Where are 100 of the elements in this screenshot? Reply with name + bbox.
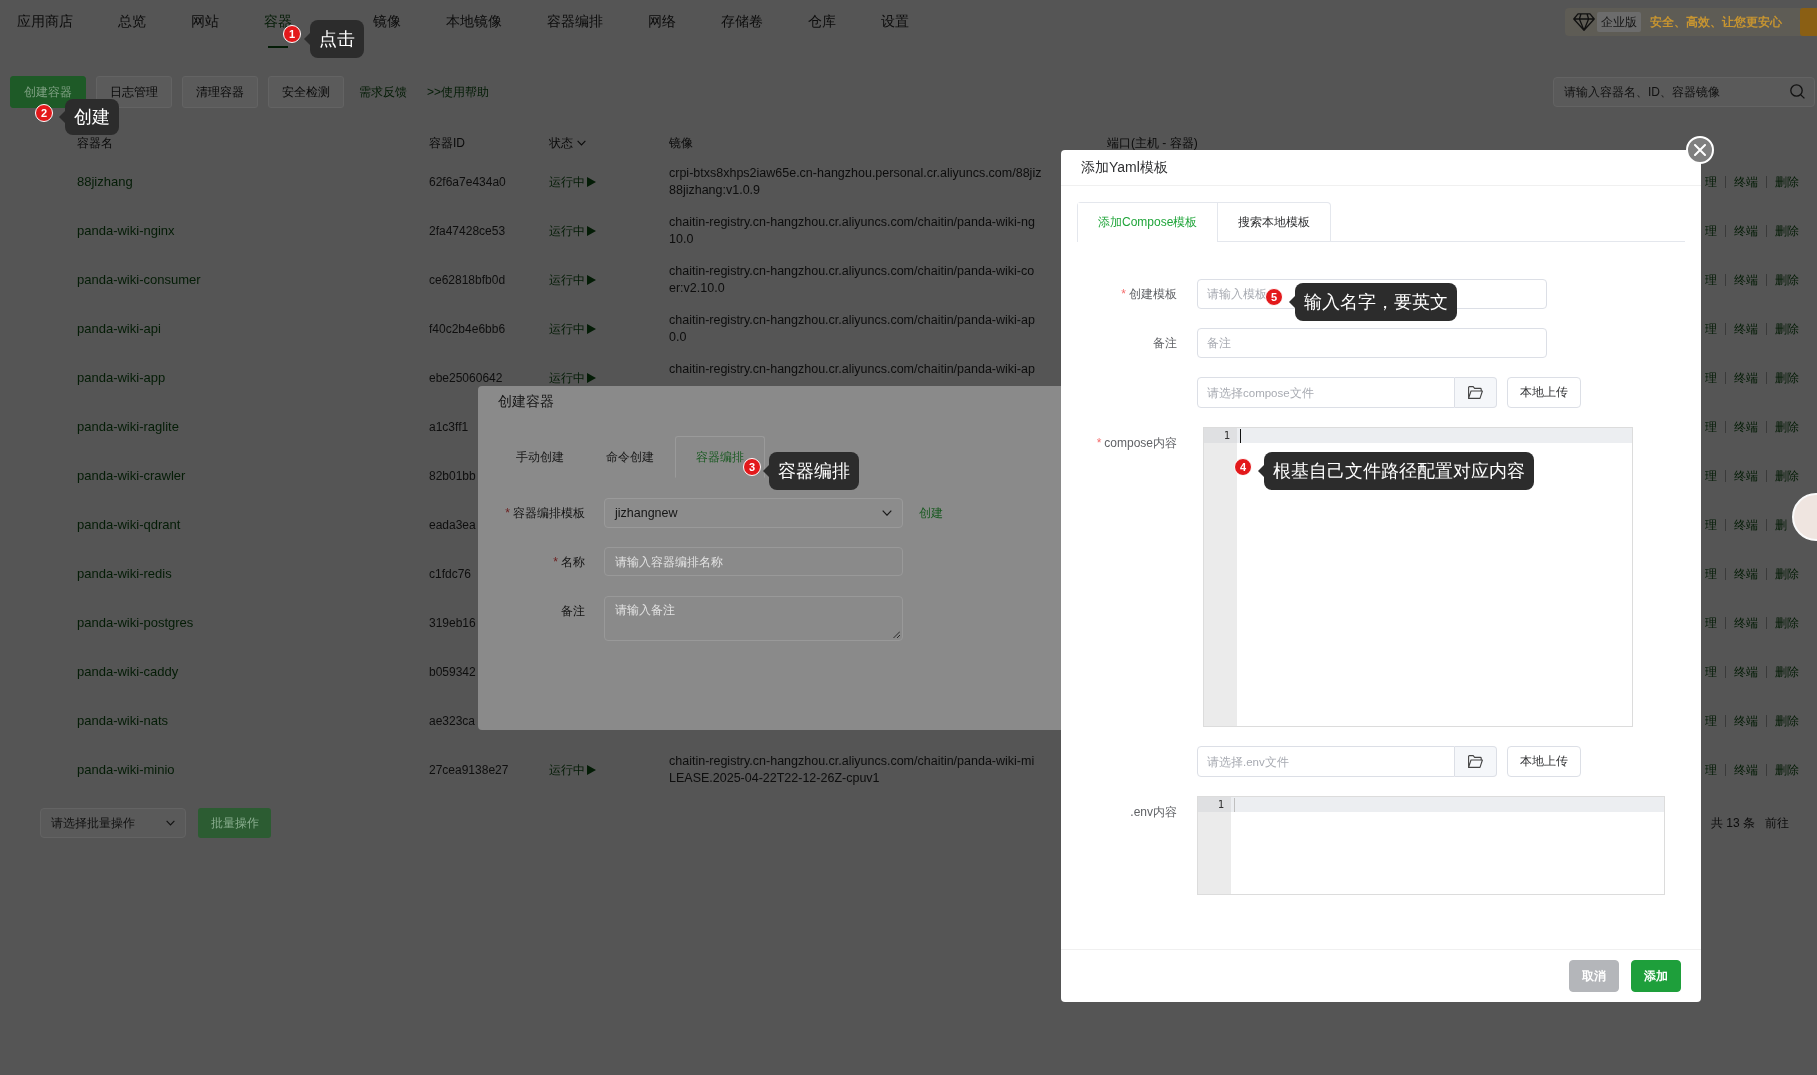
nav-tab[interactable]: 存储卷 — [721, 0, 763, 48]
goto-label: 前往 — [1765, 814, 1789, 832]
nav-tab[interactable]: 网络 — [648, 0, 676, 48]
container-name-link[interactable]: panda-wiki-postgres — [77, 615, 194, 630]
nav-tab[interactable]: 网站 — [191, 0, 219, 48]
action-link[interactable]: 理 — [1705, 272, 1717, 287]
container-name-link[interactable]: panda-wiki-nats — [77, 713, 169, 728]
batch-select[interactable]: 请选择批量操作 — [40, 808, 186, 838]
action-link[interactable]: 理 — [1705, 419, 1717, 434]
action-link[interactable]: 删除 — [1775, 468, 1799, 483]
action-link[interactable]: 删除 — [1775, 321, 1799, 336]
action-link[interactable]: 删除 — [1775, 713, 1799, 728]
container-name-link[interactable]: panda-wiki-app — [77, 370, 166, 385]
action-link[interactable]: 删除 — [1775, 762, 1799, 777]
dialog-tab[interactable]: 命令创建 — [585, 436, 675, 478]
action-link[interactable]: 终端 — [1734, 419, 1758, 434]
add-button[interactable]: 添加 — [1631, 960, 1681, 992]
action-link[interactable]: 理 — [1705, 174, 1717, 189]
action-link[interactable]: 终端 — [1734, 468, 1758, 483]
filter-chevron-icon[interactable] — [577, 139, 586, 146]
action-link[interactable]: 理 — [1705, 370, 1717, 385]
dialog-tab[interactable]: 手动创建 — [495, 436, 585, 478]
column-header: 容器名 — [77, 135, 113, 150]
toolbar-button[interactable]: 日志管理 — [96, 76, 172, 108]
nav-tab[interactable]: 设置 — [881, 0, 909, 48]
status-text: 运行中 — [549, 321, 585, 336]
toolbar-button[interactable]: 安全检测 — [268, 76, 344, 108]
nav-tab[interactable]: 容器编排 — [547, 0, 603, 48]
action-link[interactable]: 终端 — [1734, 664, 1758, 679]
batch-button[interactable]: 批量操作 — [198, 808, 271, 838]
action-link[interactable]: 删除 — [1775, 174, 1799, 189]
action-link[interactable]: 终端 — [1734, 713, 1758, 728]
action-link[interactable]: 理 — [1705, 664, 1717, 679]
file-path-field[interactable]: 请选择compose文件 — [1197, 377, 1455, 408]
action-link[interactable]: 终端 — [1734, 517, 1758, 532]
upload-button[interactable]: 本地上传 — [1507, 377, 1581, 408]
action-link[interactable]: 删 — [1775, 517, 1787, 532]
callout-tooltip: 容器编排 — [769, 452, 859, 490]
column-header: 端口(主机 - 容器) — [1107, 135, 1198, 150]
action-link[interactable]: 终端 — [1734, 321, 1758, 336]
action-link[interactable]: 理 — [1705, 517, 1717, 532]
toolbar-link[interactable]: >>使用帮助 — [422, 76, 494, 108]
action-link[interactable]: 删除 — [1775, 566, 1799, 581]
container-name-link[interactable]: panda-wiki-minio — [77, 762, 175, 777]
input-field[interactable]: 请输入容器编排名称 — [604, 547, 903, 576]
action-link[interactable]: 删除 — [1775, 664, 1799, 679]
create-link[interactable]: 创建 — [919, 498, 943, 528]
code-editor[interactable]: 1 — [1197, 796, 1665, 895]
search-icon[interactable] — [1790, 84, 1805, 99]
callout-tooltip: 输入名字，要英文 — [1295, 283, 1457, 321]
search-field[interactable]: 请输入容器名、ID、容器镜像 — [1553, 77, 1815, 107]
container-name-link[interactable]: panda-wiki-raglite — [77, 419, 179, 434]
action-link[interactable]: 删除 — [1775, 223, 1799, 238]
folder-button[interactable] — [1455, 746, 1497, 777]
toolbar-button[interactable]: 清理容器 — [182, 76, 258, 108]
upload-button[interactable]: 本地上传 — [1507, 746, 1581, 777]
action-link[interactable]: 删除 — [1775, 615, 1799, 630]
select-field[interactable]: jizhangnew — [604, 498, 903, 528]
action-link[interactable]: 终端 — [1734, 762, 1758, 777]
textarea-field[interactable]: 请输入备注 — [604, 596, 903, 641]
action-link[interactable]: 终端 — [1734, 174, 1758, 189]
nav-tab[interactable]: 仓库 — [808, 0, 836, 48]
action-link[interactable]: 理 — [1705, 713, 1717, 728]
toolbar-link[interactable]: 需求反馈 — [354, 76, 412, 108]
container-name-link[interactable]: panda-wiki-redis — [77, 566, 172, 581]
close-button[interactable] — [1686, 136, 1714, 164]
action-link[interactable]: 终端 — [1734, 223, 1758, 238]
container-name-link[interactable]: panda-wiki-caddy — [77, 664, 179, 679]
column-header: 容器ID — [429, 135, 465, 150]
action-link[interactable]: 理 — [1705, 566, 1717, 581]
action-link[interactable]: 删除 — [1775, 419, 1799, 434]
action-link[interactable]: 理 — [1705, 223, 1717, 238]
container-name-link[interactable]: panda-wiki-crawler — [77, 468, 186, 483]
action-link[interactable]: 理 — [1705, 762, 1717, 777]
nav-tab[interactable]: 总览 — [118, 0, 146, 48]
action-link[interactable]: 理 — [1705, 321, 1717, 336]
file-path-field[interactable]: 请选择.env文件 — [1197, 746, 1455, 777]
folder-button[interactable] — [1455, 377, 1497, 408]
nav-tab[interactable]: 应用商店 — [17, 0, 73, 48]
container-name-link[interactable]: panda-wiki-nginx — [77, 223, 175, 238]
action-link[interactable]: 终端 — [1734, 566, 1758, 581]
action-link[interactable]: 终端 — [1734, 272, 1758, 287]
nav-tab[interactable]: 镜像 — [373, 0, 401, 48]
container-name-link[interactable]: panda-wiki-qdrant — [77, 517, 181, 532]
dialog-tab[interactable]: 添加Compose模板 — [1078, 203, 1218, 242]
container-name-link[interactable]: panda-wiki-api — [77, 321, 161, 336]
nav-tab[interactable]: 本地镜像 — [446, 0, 502, 48]
container-name-link[interactable]: 88jizhang — [77, 174, 133, 189]
action-link[interactable]: 删除 — [1775, 272, 1799, 287]
required-mark: * — [553, 555, 558, 569]
action-link[interactable]: 删除 — [1775, 370, 1799, 385]
resize-grip-icon[interactable] — [893, 631, 900, 638]
action-link[interactable]: 终端 — [1734, 370, 1758, 385]
action-link[interactable]: 理 — [1705, 468, 1717, 483]
action-link[interactable]: 终端 — [1734, 615, 1758, 630]
dialog-tab[interactable]: 搜索本地模板 — [1217, 203, 1331, 242]
image-cell: chaitin-registry.cn-hangzhou.cr.aliyuncs.com/chaitin/panda-wiki-ap — [669, 360, 1035, 378]
container-name-link[interactable]: panda-wiki-consumer — [77, 272, 201, 287]
toolbar-button[interactable]: 创建容器 — [10, 76, 86, 108]
action-link[interactable]: 理 — [1705, 615, 1717, 630]
